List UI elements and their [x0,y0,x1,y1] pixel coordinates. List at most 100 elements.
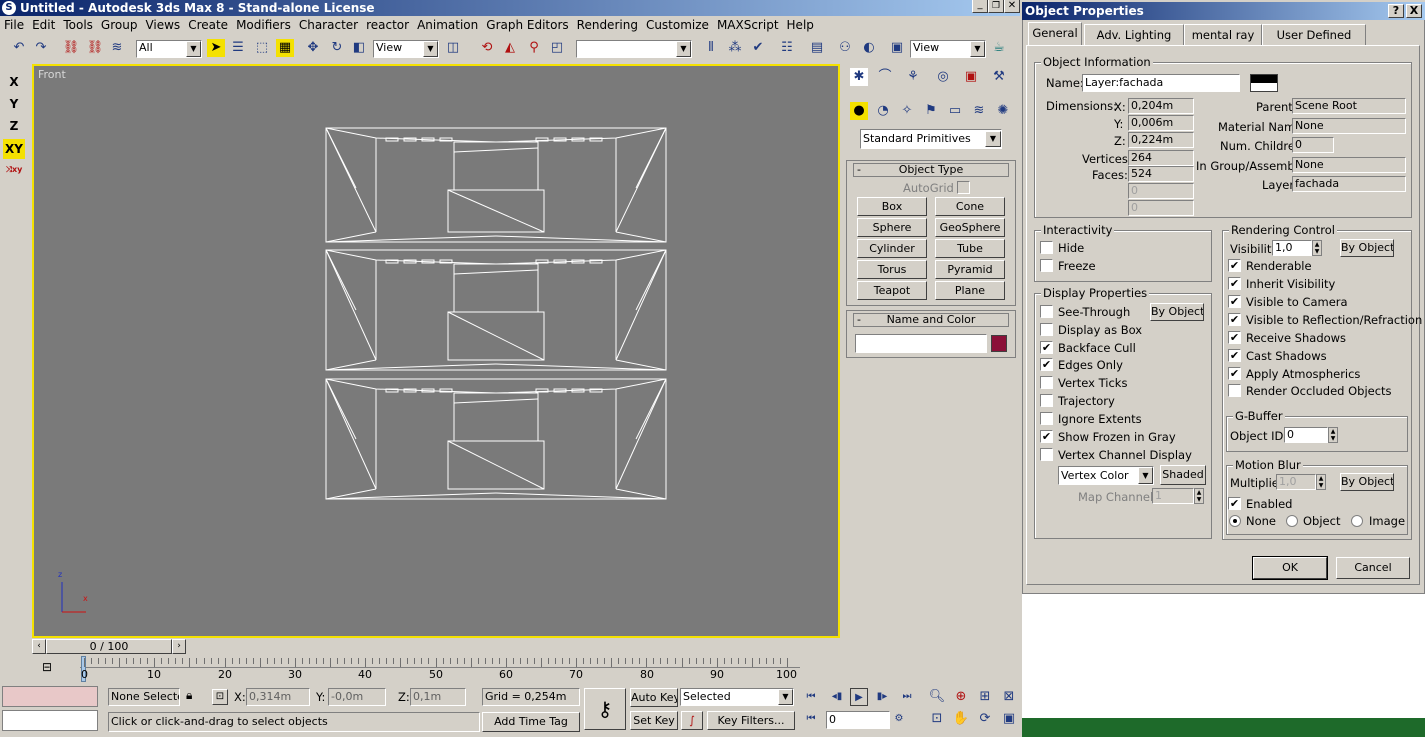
menu-help[interactable]: Help [783,18,818,32]
menu-customize[interactable]: Customize [642,18,713,32]
unlink-icon[interactable]: ⛓ [86,39,104,57]
tube-button[interactable]: Tube [935,239,1005,258]
systems-icon[interactable]: ✺ [994,102,1012,120]
add-time-tag-button[interactable]: Add Time Tag [482,712,580,732]
menu-file[interactable]: File [0,18,28,32]
absolute-mode-transform-icon[interactable]: ⊡ [212,689,228,705]
map-channel-input[interactable]: 1 [1152,488,1194,504]
chevron-down-icon[interactable]: ▼ [186,41,201,57]
align-icon[interactable]: ◭ [501,39,519,57]
x-coord-input[interactable]: 0,314m [246,688,310,706]
zoom-all-icon[interactable]: ⊕ [952,688,970,706]
object-id-spinner[interactable]: ▲ ▼ [1328,427,1338,443]
see-through-checkbox[interactable] [1040,305,1053,318]
key-filters-button[interactable]: Key Filters... [707,711,795,730]
chevron-down-icon[interactable]: ▼ [970,41,985,57]
track-bar-icon[interactable]: ⊟ [42,660,52,674]
default-tangents-icon[interactable]: ∫ [681,711,703,730]
select-object-icon[interactable]: ➤ [207,39,225,57]
layer-manager-icon[interactable]: ☷ [778,39,796,57]
tab-user-defined[interactable]: User Defined [1262,24,1366,46]
axis-x-button[interactable]: X [3,72,25,92]
arc-rotate-icon[interactable]: ⟳ [976,710,994,728]
chevron-down-icon[interactable]: ▼ [676,41,691,57]
menu-tools[interactable]: Tools [59,18,97,32]
visibility-input[interactable]: 1,0 [1272,240,1312,256]
multiplier-spinner[interactable]: ▲ ▼ [1316,474,1326,490]
object-name-field[interactable]: Layer:fachada [1082,74,1240,92]
cameras-icon[interactable]: ⚑ [922,102,940,120]
select-and-rotate-icon[interactable]: ↻ [328,39,346,57]
display-tab-icon[interactable]: ▣ [962,68,980,86]
time-configuration-icon[interactable]: ⚙ [890,710,908,728]
object-type-header[interactable]: - Object Type [853,163,1009,177]
helpers-icon[interactable]: ▭ [946,102,964,120]
previous-frame-icon[interactable]: ◂▮ [828,688,846,706]
select-and-link-icon[interactable]: ⛓ [62,39,80,57]
plane-button[interactable]: Plane [935,281,1005,300]
array-icon[interactable]: ⁂ [726,39,744,57]
maximize-viewport-icon[interactable]: ▣ [1000,710,1018,728]
primitive-category-dropdown[interactable]: Standard Primitives [860,129,1002,149]
track-bar[interactable] [80,656,800,668]
mirror-selected-icon[interactable]: ⫴ [702,39,720,57]
axis-y-button[interactable]: Y [3,94,25,114]
renderable-checkbox[interactable]: ✔ [1228,259,1241,272]
chevron-down-icon[interactable]: ▼ [778,689,793,705]
y-coord-input[interactable]: -0,0m [328,688,386,706]
pyramid-button[interactable]: Pyramid [935,260,1005,279]
render-scene-icon[interactable]: ▣ [888,39,906,57]
use-pivot-center-icon[interactable]: ◫ [444,39,462,57]
name-and-color-header[interactable]: - Name and Color [853,313,1009,327]
shaded-button[interactable]: Shaded [1160,465,1206,485]
axis-z-button[interactable]: Z [3,116,25,136]
set-key-button[interactable]: Set Key [630,711,678,730]
axis-xy-button[interactable]: XY [3,139,25,159]
zoom-extents-all-icon[interactable]: ⊠ [1000,688,1018,706]
apply-atmospherics-checkbox[interactable]: ✔ [1228,367,1241,380]
next-frame-icon[interactable]: ▮▸ [873,688,891,706]
close-icon[interactable]: X [1406,4,1422,18]
menu-animation[interactable]: Animation [413,18,482,32]
curve-editor-icon[interactable]: ▤ [808,39,826,57]
z-coord-input[interactable]: 0,1m [410,688,466,706]
rendering-by-object-button[interactable]: By Object [1340,239,1394,257]
help-button[interactable]: ? [1388,4,1404,18]
undo-icon[interactable]: ↶ [10,39,28,57]
chevron-down-icon[interactable]: ▼ [423,41,438,57]
menu-create[interactable]: Create [184,18,232,32]
select-and-move-icon[interactable]: ✥ [304,39,322,57]
close-window-button[interactable]: ✕ [1004,0,1020,13]
cancel-button[interactable]: Cancel [1336,557,1410,579]
motion-blur-by-object-button[interactable]: By Object [1340,473,1394,491]
geosphere-button[interactable]: GeoSphere [935,218,1005,237]
menu-edit[interactable]: Edit [28,18,59,32]
lights-icon[interactable]: ✧ [898,102,916,120]
utilities-tab-icon[interactable]: ⚒ [990,68,1008,86]
cone-button[interactable]: Cone [935,197,1005,216]
cylinder-button[interactable]: Cylinder [857,239,927,258]
visible-to-reflection-checkbox[interactable]: ✔ [1228,313,1241,326]
show-frozen-gray-checkbox[interactable]: ✔ [1040,430,1053,443]
tab-mental-ray[interactable]: mental ray [1184,24,1262,46]
edges-only-checkbox[interactable]: ✔ [1040,358,1053,371]
hierarchy-tab-icon[interactable]: ⚘ [904,68,922,86]
blur-none-radio[interactable] [1229,515,1241,527]
autogrid-checkbox[interactable] [957,181,970,194]
trajectory-checkbox[interactable] [1040,394,1053,407]
torus-button[interactable]: Torus [857,260,927,279]
selection-lock-icon[interactable]: 🔒︎ [186,688,192,703]
maxscript-input-mini[interactable] [2,710,98,731]
maxscript-listener-mini[interactable] [2,686,98,707]
auto-key-button[interactable]: Auto Key [630,688,678,707]
vertex-ticks-checkbox[interactable] [1040,376,1053,389]
create-tab-icon[interactable]: ✱ [850,68,868,86]
snaps-toggle-icon[interactable]: ⚲ [525,39,543,57]
go-to-end-icon[interactable]: ⏭ [898,688,916,706]
object-id-input[interactable]: 0 [1284,427,1328,443]
schematic-view-icon[interactable]: ⚇ [836,39,854,57]
key-mode-toggle-icon[interactable]: ⏮ [802,710,820,728]
menu-modifiers[interactable]: Modifiers [232,18,295,32]
freeze-checkbox[interactable] [1040,259,1053,272]
menu-graph-editors[interactable]: Graph Editors [482,18,572,32]
